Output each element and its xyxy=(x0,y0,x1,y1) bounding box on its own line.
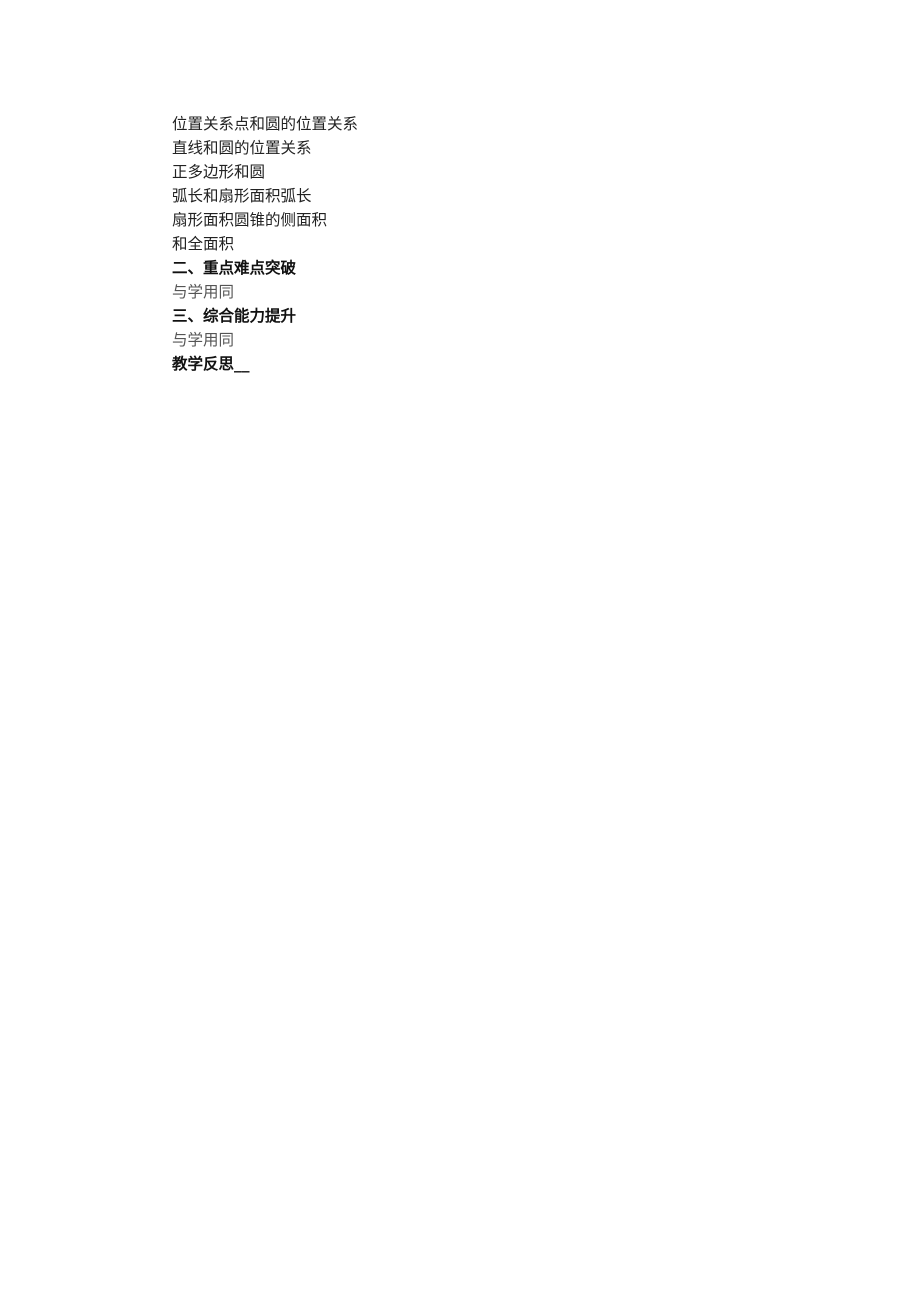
text-line-same-as-study: 与学用同 xyxy=(172,283,235,301)
section-heading-comprehensive-ability: 三、综合能力提升 xyxy=(172,307,297,325)
text-line-arc-length-sector: 弧长和扇形面积弧长 xyxy=(172,187,312,205)
text-line-position-relations: 位置关系点和圆的位置关系 xyxy=(172,115,359,133)
text-line-same-as-study-2: 与学用同 xyxy=(172,331,235,349)
section-heading-teaching-reflection: 教学反思__ xyxy=(172,355,250,373)
text-line-sector-area-cone: 扇形面积圆锥的侧面积 xyxy=(172,211,328,229)
text-line-regular-polygon-circle: 正多边形和圆 xyxy=(172,163,266,181)
section-heading-key-difficulties: 二、重点难点突破 xyxy=(172,259,297,277)
document-page: 位置关系点和圆的位置关系 直线和圆的位置关系 正多边形和圆 弧长和扇形面积弧长 … xyxy=(172,112,358,376)
text-line-total-area: 和全面积 xyxy=(172,235,235,253)
text-line-line-circle-relations: 直线和圆的位置关系 xyxy=(172,139,312,157)
